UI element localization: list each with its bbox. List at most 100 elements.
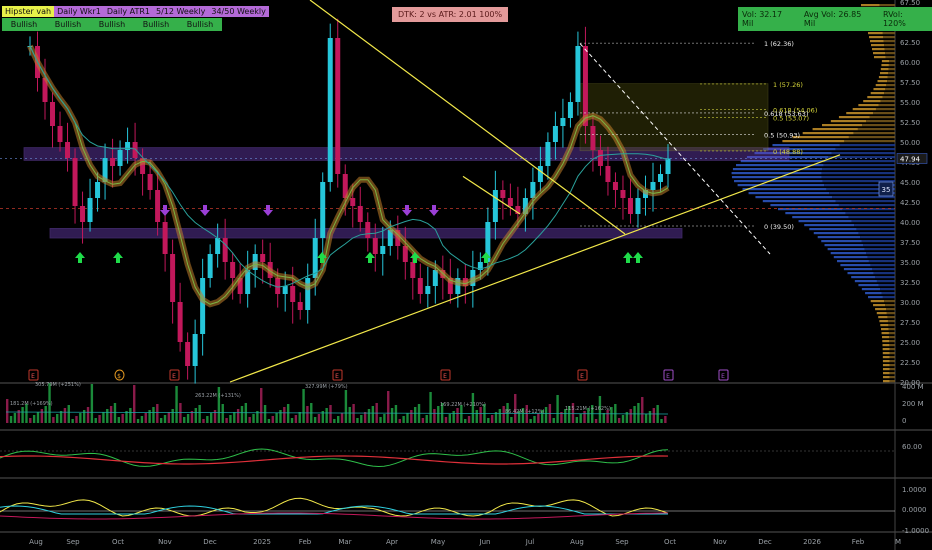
x-tick-label: Feb xyxy=(299,538,312,546)
volume-bar xyxy=(36,412,40,423)
volume-bar xyxy=(206,416,209,423)
volume-profile-bar xyxy=(880,100,895,103)
price-tick-label: 42.50 xyxy=(900,199,920,207)
legend-state: Bullish xyxy=(178,18,222,31)
ma-ribbon xyxy=(27,44,670,308)
volume-bar xyxy=(136,419,140,423)
volume-profile-bar xyxy=(857,128,895,131)
volume-bar xyxy=(390,408,394,423)
volume-bar xyxy=(294,415,298,423)
volume-profile-bar xyxy=(887,80,895,83)
volume-profile-bar xyxy=(880,68,889,71)
x-tick-label: Jul xyxy=(525,538,535,546)
price-tick-label: 40.00 xyxy=(900,219,920,227)
volume-profile-bar xyxy=(884,92,895,95)
volume-axis-label: 400 M xyxy=(902,383,924,391)
volume-bar xyxy=(194,408,197,423)
candle-body xyxy=(290,286,296,302)
volume-bar xyxy=(352,404,355,423)
volume-profile-bar xyxy=(878,104,895,107)
candle-body xyxy=(425,286,431,294)
volume-profile-bar xyxy=(737,184,825,187)
x-tick-label: Aug xyxy=(29,538,43,546)
volume-profile-bar xyxy=(879,72,889,75)
fib-box xyxy=(579,83,769,152)
volume-bar xyxy=(198,405,201,423)
volume-info-box: Vol: 32.17 Mil Avg Vol: 26.85 Mil RVol: … xyxy=(738,7,932,31)
volume-profile-bar xyxy=(858,104,879,107)
volume-bar xyxy=(260,388,263,423)
volume-profile-bar xyxy=(804,224,855,227)
volume-annotation: 169.22M (+210%) xyxy=(440,402,486,408)
volume-bar xyxy=(510,417,513,423)
volume-bar xyxy=(186,414,190,423)
volume-bar xyxy=(283,407,286,423)
volume-bar xyxy=(179,403,182,423)
volume-bar xyxy=(175,386,178,423)
candle-body xyxy=(57,126,63,142)
volume-profile-bar xyxy=(821,172,895,175)
volume-bar xyxy=(271,416,274,423)
fib-label: 0.5 (50.93) xyxy=(764,132,800,140)
price-tick-label: 32.50 xyxy=(900,279,920,287)
volume-profile-bar xyxy=(812,128,858,131)
volume-bar xyxy=(583,411,586,423)
volume-bar xyxy=(479,407,482,423)
volume-bar xyxy=(313,417,317,423)
atr-info-box: DTK: 2 vs ATR: 2.01 100% xyxy=(392,7,509,22)
legend-label: Daily Wkr1 xyxy=(54,6,104,17)
volume-profile-bar xyxy=(847,272,874,275)
rvol-value: RVol: 120% xyxy=(882,10,906,28)
volume-bar xyxy=(333,419,336,423)
volume-bar xyxy=(575,417,579,423)
volume-bar xyxy=(529,419,532,423)
volume-profile-bar xyxy=(854,224,895,227)
volume-bar xyxy=(644,414,648,423)
volume-profile-bar xyxy=(858,284,879,287)
candle-body xyxy=(372,238,378,254)
candle-body xyxy=(110,158,116,166)
volume-profile-bar xyxy=(858,232,895,235)
volume-profile-bar xyxy=(882,376,890,379)
volume-profile-bar xyxy=(878,316,888,319)
volume-profile-bar xyxy=(813,232,859,235)
volume-bar xyxy=(298,412,301,423)
x-tick-label: Nov xyxy=(713,538,727,546)
volume-profile-bar xyxy=(870,264,895,267)
volume-profile-bar xyxy=(863,100,881,103)
volume-profile-bar xyxy=(873,272,895,275)
price-tick-label: 37.50 xyxy=(900,239,920,247)
stock-chart[interactable]: 1 (62.36)1 (57.26)0.618 (54.06)0.618 (53… xyxy=(0,0,932,550)
volume-profile-bar xyxy=(883,36,895,39)
price-tick-label: 62.50 xyxy=(900,39,920,47)
candle-body xyxy=(327,38,333,182)
volume-profile-bar xyxy=(889,356,895,359)
candle-body xyxy=(552,126,558,142)
volume-bar xyxy=(629,409,632,423)
osc-axis-label: 0.0000 xyxy=(902,506,927,514)
volume-profile-bar xyxy=(748,192,830,195)
volume-profile-bar xyxy=(877,80,888,83)
candle-body xyxy=(185,342,191,366)
candle-body xyxy=(155,190,161,222)
volume-profile-bar xyxy=(884,44,895,47)
volume-profile-bar xyxy=(870,300,885,303)
volume-bar xyxy=(252,414,255,423)
volume-bar xyxy=(86,407,90,423)
volume-bar xyxy=(621,415,625,423)
volume-bar xyxy=(117,417,121,423)
volume-bar xyxy=(286,404,290,423)
volume-bar xyxy=(637,403,640,423)
x-tick-label: Nov xyxy=(158,538,172,546)
volume-profile-bar xyxy=(889,360,895,363)
volume-profile-bar xyxy=(874,56,886,59)
volume-profile-bar xyxy=(882,380,890,383)
candle-body xyxy=(492,190,498,222)
candle-body xyxy=(665,158,671,174)
volume-bar xyxy=(98,415,101,423)
ma-line-slow xyxy=(29,45,669,288)
candle-body xyxy=(582,46,588,126)
volume-profile-bar xyxy=(742,188,827,191)
osc-axis-label: -1.0000 xyxy=(902,527,929,535)
volume-profile-bar xyxy=(888,324,895,327)
